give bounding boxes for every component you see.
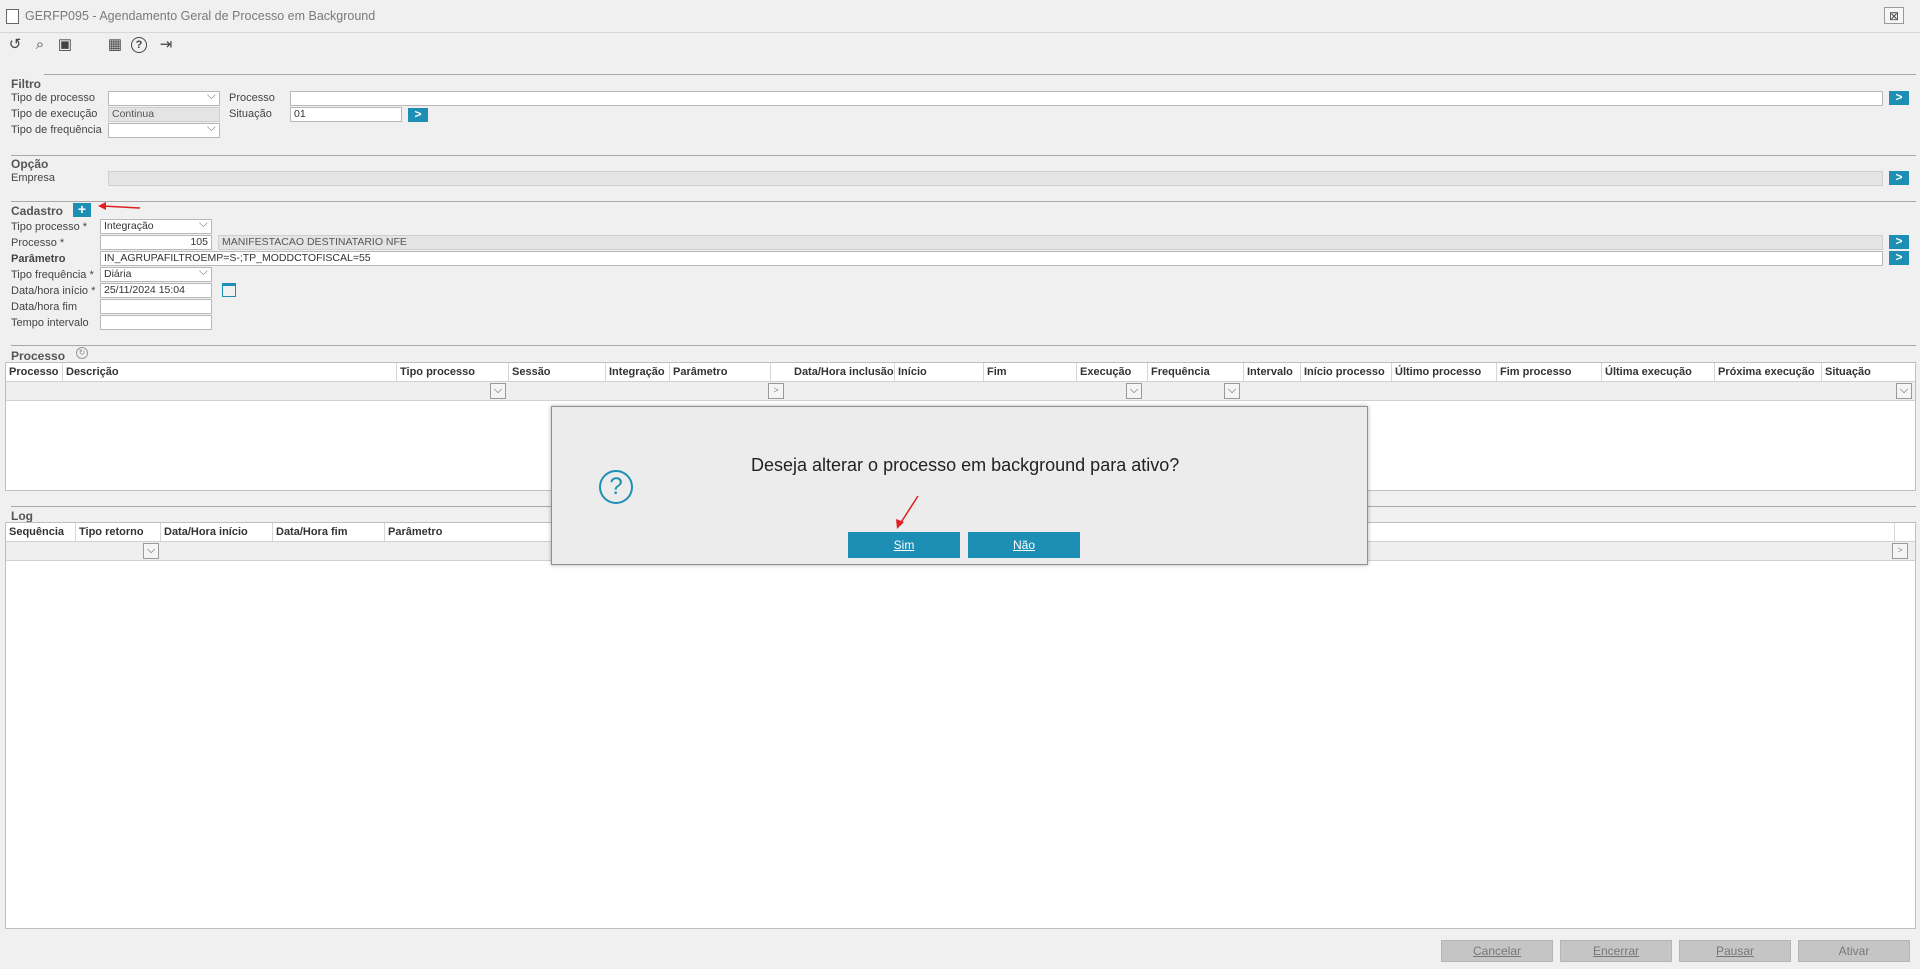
exit-icon[interactable]: ⇥ (156, 35, 176, 55)
cadastro-add-button[interactable]: + (73, 202, 91, 217)
processo-col-fim[interactable]: Fim (984, 363, 1077, 381)
processo-grid-header: Processo Descrição Tipo processo Sessão … (6, 363, 1915, 382)
no-button[interactable]: Não (968, 532, 1080, 558)
close-button[interactable]: ⊠ (1884, 7, 1904, 24)
encerrar-button[interactable]: Encerrar (1560, 940, 1672, 962)
cadastro-title: Cadastro (11, 204, 64, 218)
processo-col-ultima-execucao[interactable]: Última execução (1602, 363, 1715, 381)
opcao-empresa-field[interactable] (108, 171, 1883, 186)
processo-col-tipo-processo[interactable]: Tipo processo (397, 363, 509, 381)
processo-col-situacao[interactable]: Situação (1822, 363, 1915, 381)
processo-col-frequencia[interactable]: Frequência (1148, 363, 1244, 381)
tipo-processo-filter-dropdown[interactable]: ⌵ (490, 383, 506, 399)
processo-col-data-inclusao[interactable]: Data/Hora inclusão (791, 363, 895, 381)
filtro-tipo-processo-label: Tipo de processo (11, 92, 95, 104)
cadastro-tipo-processo-select[interactable]: Integração (100, 219, 212, 234)
situacao-filter-dropdown[interactable]: ⌵ (1896, 383, 1912, 399)
filtro-tipo-processo-select[interactable] (108, 91, 220, 106)
processo-col-intervalo[interactable]: Intervalo (1244, 363, 1301, 381)
filtro-search-go-button[interactable]: > (408, 108, 428, 122)
filtro-situacao-input[interactable]: 01 (290, 107, 402, 122)
log-col-sequencia[interactable]: Sequência (6, 523, 76, 541)
processo-col-parametro[interactable]: Parâmetro (670, 363, 771, 381)
question-icon: ? (599, 470, 633, 504)
app-icon (6, 9, 19, 24)
cadastro-data-fim-input[interactable] (100, 299, 212, 314)
cadastro-tipo-processo-label: Tipo processo * (11, 221, 88, 233)
annotation-arrow-yes (896, 495, 919, 529)
opcao-empresa-go-button[interactable]: > (1889, 171, 1909, 185)
filtro-tipo-execucao-label: Tipo de execução (11, 108, 98, 120)
filtro-processo-label: Processo (229, 92, 275, 104)
parametro-filter-expand[interactable]: > (768, 383, 784, 399)
window-title: GERFP095 - Agendamento Geral de Processo… (25, 9, 376, 23)
title-bar: GERFP095 - Agendamento Geral de Processo… (0, 0, 1920, 33)
filtro-divider (44, 74, 1916, 75)
cadastro-data-inicio-label: Data/hora início * (11, 285, 96, 297)
cadastro-tipo-frequencia-label: Tipo frequência * (11, 269, 94, 281)
cadastro-parametro-label: Parâmetro (11, 253, 66, 265)
help-icon[interactable]: ? (131, 37, 147, 53)
yes-button[interactable]: Sim (848, 532, 960, 558)
processo-grid-refresh-icon[interactable]: ↻ (76, 347, 88, 359)
refresh-icon[interactable]: ↺ (5, 35, 25, 55)
log-grid: Sequência Tipo retorno Data/Hora início … (5, 522, 1916, 929)
opcao-title: Opção (11, 157, 49, 171)
log-parametro-filter-expand[interactable]: > (1892, 543, 1908, 559)
cadastro-parametro-go-button[interactable]: > (1889, 251, 1909, 265)
opcao-divider (11, 155, 1916, 156)
cadastro-divider (11, 201, 1916, 202)
processo-divider (11, 345, 1916, 346)
processo-col-proxima-execucao[interactable]: Próxima execução (1715, 363, 1822, 381)
search-icon[interactable]: ⌕ (30, 35, 50, 55)
log-col-data-inicio[interactable]: Data/Hora início (161, 523, 273, 541)
cancelar-button[interactable]: Cancelar (1441, 940, 1553, 962)
cadastro-tempo-intervalo-label: Tempo intervalo (11, 317, 89, 329)
filtro-processo-go-button[interactable]: > (1889, 91, 1909, 105)
frequencia-filter-dropdown[interactable]: ⌵ (1224, 383, 1240, 399)
cadastro-tempo-intervalo-input[interactable] (100, 315, 212, 330)
cadastro-parametro-input[interactable]: IN_AGRUPAFILTROEMP=S-;TP_MODDCTOFISCAL=5… (100, 251, 1883, 266)
processo-col-ultimo-processo[interactable]: Último processo (1392, 363, 1497, 381)
cadastro-data-fim-label: Data/hora fim (11, 301, 78, 313)
confirm-dialog: ? Deseja alterar o processo em backgroun… (551, 406, 1368, 565)
ativar-button[interactable]: Ativar (1798, 940, 1910, 962)
calendar-icon[interactable]: ▦ (105, 35, 125, 55)
processo-col-integracao[interactable]: Integração (606, 363, 670, 381)
cadastro-processo-go-button[interactable]: > (1889, 235, 1909, 249)
save-icon[interactable]: ▣ (55, 35, 75, 55)
cadastro-processo-label: Processo * (11, 237, 65, 249)
filtro-processo-input[interactable] (290, 91, 1883, 106)
processo-col-fim-processo[interactable]: Fim processo (1497, 363, 1602, 381)
processo-col-processo[interactable]: Processo (6, 363, 63, 381)
log-grid-title: Log (11, 509, 33, 523)
processo-col-inicio-processo[interactable]: Início processo (1301, 363, 1392, 381)
log-col-data-fim[interactable]: Data/Hora fim (273, 523, 385, 541)
processo-grid-title: Processo (11, 349, 66, 363)
filtro-title: Filtro (11, 77, 41, 91)
processo-col-sessao[interactable]: Sessão (509, 363, 606, 381)
processo-col-inicio[interactable]: Início (895, 363, 984, 381)
dialog-message: Deseja alterar o processo em background … (751, 455, 1180, 475)
log-col-tipo-retorno[interactable]: Tipo retorno (76, 523, 161, 541)
pausar-button[interactable]: Pausar (1679, 940, 1791, 962)
calendar-picker-icon[interactable] (222, 283, 236, 297)
filtro-tipo-execucao-field: Continua (108, 107, 220, 122)
processo-col-descricao[interactable]: Descrição (63, 363, 397, 381)
filtro-situacao-label: Situação (229, 108, 272, 120)
cadastro-data-inicio-input[interactable]: 25/11/2024 15:04 (100, 283, 212, 298)
processo-grid-filter-row: ⌵ > ⌵ ⌵ ⌵ (6, 382, 1915, 401)
cadastro-processo-code-input[interactable]: 105 (100, 235, 212, 250)
filtro-tipo-frequencia-select[interactable] (108, 123, 220, 138)
cadastro-tipo-frequencia-select[interactable]: Diária (100, 267, 212, 282)
cadastro-processo-desc-field: MANIFESTACAO DESTINATARIO NFE (218, 235, 1883, 250)
execucao-filter-dropdown[interactable]: ⌵ (1126, 383, 1142, 399)
annotation-arrow-add (98, 202, 141, 210)
processo-col-execucao[interactable]: Execução (1077, 363, 1148, 381)
tipo-retorno-filter-dropdown[interactable]: ⌵ (143, 543, 159, 559)
filtro-tipo-frequencia-label: Tipo de frequência (11, 124, 102, 136)
opcao-empresa-label: Empresa (11, 172, 56, 184)
